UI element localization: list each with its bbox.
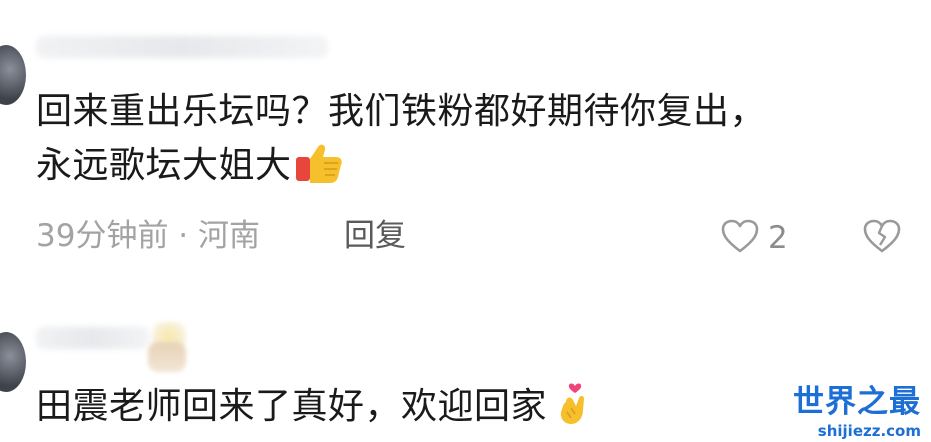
- watermark-title: 世界之最: [793, 384, 921, 420]
- comment-feed: 回来重出乐坛吗？我们铁粉都好期待你复出， 永远歌坛大姐大 39分钟前 · 河南 …: [0, 0, 931, 442]
- watermark: 世界之最 shijiezz.com: [793, 384, 921, 440]
- like-count: 2: [768, 220, 788, 256]
- comment-text-fragment: 永远歌坛大姐大: [36, 145, 292, 186]
- comment-text-line: 回来重出乐坛吗？我们铁粉都好期待你复出，: [36, 91, 767, 132]
- watermark-url: shijiezz.com: [817, 422, 921, 440]
- username-blurred[interactable]: [36, 36, 328, 58]
- dislike-button[interactable]: [862, 218, 902, 258]
- broken-heart-icon: [862, 219, 902, 258]
- finger-heart-icon: [549, 382, 601, 426]
- username-blurred[interactable]: [36, 327, 150, 349]
- blurred-badge-icon: [148, 342, 186, 372]
- avatar[interactable]: [0, 45, 26, 105]
- avatar[interactable]: [0, 332, 26, 392]
- comment-text-fragment: 田震老师回来了真好，欢迎回家: [36, 386, 548, 427]
- comment-text-line: 永远歌坛大姐大: [36, 140, 346, 192]
- comment-meta-time-location: 39分钟前 · 河南: [36, 218, 261, 254]
- reply-button[interactable]: 回复: [344, 212, 406, 260]
- like-button[interactable]: 2: [720, 214, 788, 262]
- comment-text-line: 田震老师回来了真好，欢迎回家: [36, 381, 601, 433]
- heart-icon: [720, 218, 760, 258]
- thumbs-up-icon: [294, 141, 346, 185]
